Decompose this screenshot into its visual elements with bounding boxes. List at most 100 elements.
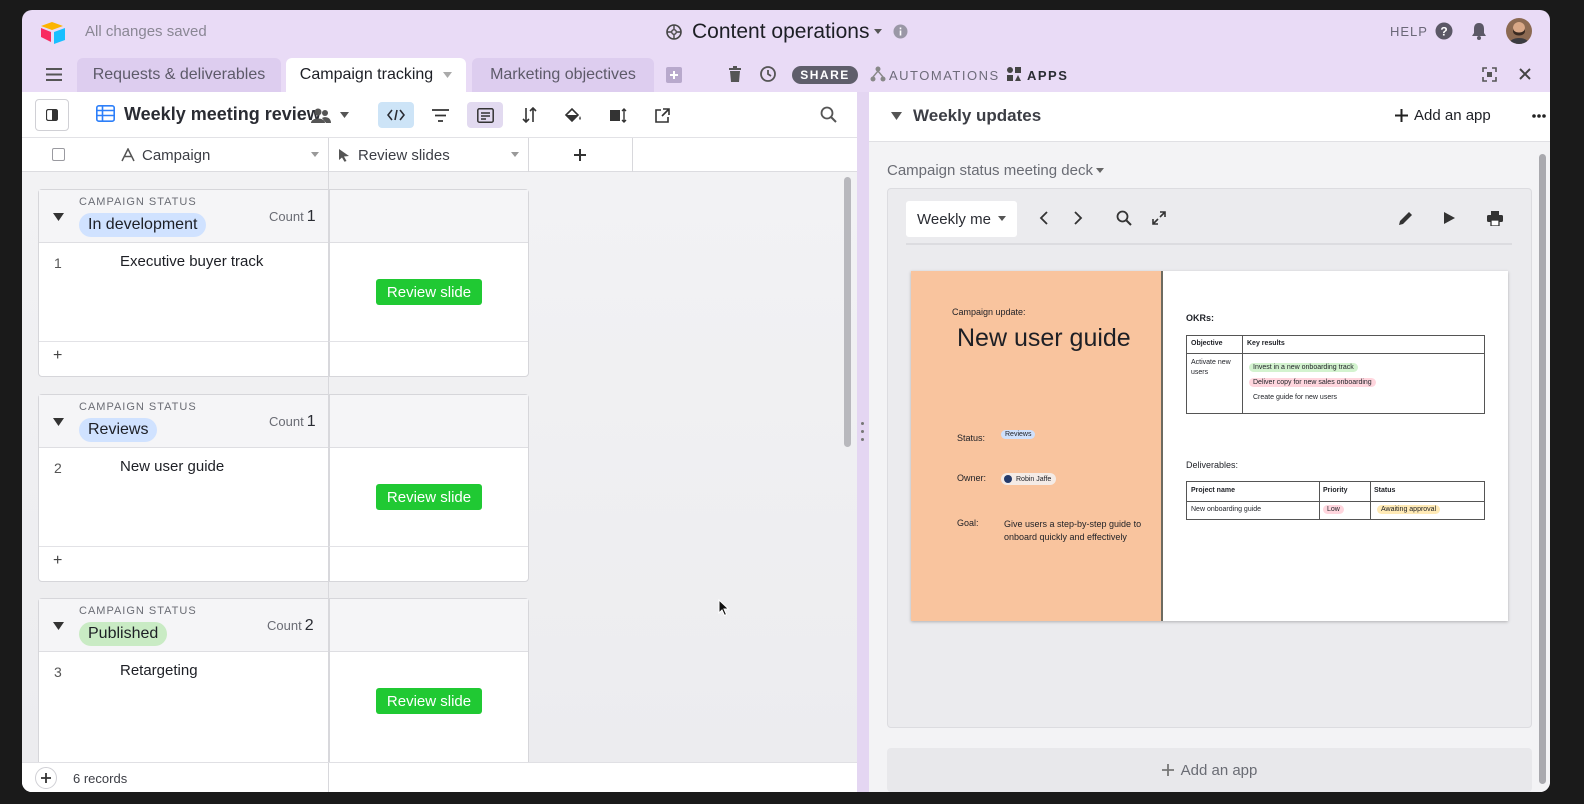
color-button[interactable] xyxy=(555,102,591,128)
select-all-checkbox[interactable] xyxy=(52,148,65,161)
vertical-scrollbar[interactable] xyxy=(844,177,851,447)
group-header[interactable]: CAMPAIGN STATUS Published Count 2 xyxy=(39,599,528,652)
plus-icon[interactable] xyxy=(1395,109,1408,122)
trash-icon[interactable] xyxy=(728,66,742,82)
chevron-right-icon[interactable] xyxy=(1074,211,1083,225)
view-title[interactable]: Weekly meeting review xyxy=(124,104,321,125)
apps-dashboard: Weekly updates Add an app Campaign statu… xyxy=(869,92,1550,792)
column-divider xyxy=(528,138,529,172)
row-number: 2 xyxy=(54,460,62,476)
deliv-header-project: Project name xyxy=(1191,487,1235,494)
row-height-button[interactable] xyxy=(600,102,636,128)
help-icon[interactable]: ? xyxy=(1435,22,1453,40)
chevron-down-icon[interactable] xyxy=(1096,168,1104,173)
toggle-sidebar-icon[interactable] xyxy=(35,99,69,131)
apps-button[interactable]: APPS xyxy=(1027,68,1068,83)
apps-icon[interactable] xyxy=(1006,66,1022,82)
column-header-review-slides[interactable]: Review slides xyxy=(358,147,450,164)
add-table-icon[interactable] xyxy=(666,67,682,83)
filter-button[interactable] xyxy=(422,102,458,128)
collaborative-view-icon[interactable] xyxy=(311,108,331,123)
add-app-button[interactable]: Add an app xyxy=(1414,107,1491,124)
user-avatar[interactable] xyxy=(1506,18,1532,44)
status-pill: In development xyxy=(79,213,207,237)
bell-icon[interactable] xyxy=(1471,22,1487,40)
automations-icon[interactable] xyxy=(870,66,886,82)
dashboard-title[interactable]: Weekly updates xyxy=(913,106,1041,126)
group-icon xyxy=(476,107,494,123)
tab-label: Marketing objectives xyxy=(490,66,636,83)
table-row[interactable]: 1 Executive buyer track Review slide xyxy=(39,243,528,341)
vertical-scrollbar[interactable] xyxy=(1539,154,1546,784)
group-count: Count 1 xyxy=(269,208,316,225)
review-slide-button[interactable]: Review slide xyxy=(376,688,482,714)
menu-icon[interactable] xyxy=(46,68,62,81)
grip-dot xyxy=(861,422,864,425)
hide-fields-button[interactable] xyxy=(378,102,414,128)
campaign-cell[interactable]: Retargeting xyxy=(120,662,198,679)
review-slide-button[interactable]: Review slide xyxy=(376,279,482,305)
slide-preview[interactable]: Campaign update: New user guide Status: … xyxy=(911,271,1508,621)
expand-icon[interactable] xyxy=(1152,211,1166,225)
owner-avatar xyxy=(1004,475,1012,483)
add-field-icon[interactable] xyxy=(573,148,587,162)
search-icon[interactable] xyxy=(1116,210,1132,226)
app-block-title[interactable]: Campaign status meeting deck xyxy=(887,162,1093,179)
fullscreen-icon[interactable] xyxy=(1482,67,1497,82)
status-tag: Awaiting approval xyxy=(1377,505,1441,514)
sort-button[interactable] xyxy=(511,102,547,128)
close-icon[interactable] xyxy=(1519,68,1531,80)
edit-icon[interactable] xyxy=(1398,211,1413,226)
group-button[interactable] xyxy=(467,102,503,128)
info-icon[interactable] xyxy=(893,24,908,39)
tab-campaign-tracking[interactable]: Campaign tracking xyxy=(286,58,466,92)
campaign-cell[interactable]: Executive buyer track xyxy=(120,253,263,270)
add-row-button[interactable]: + xyxy=(53,552,62,570)
table-row[interactable]: 2 New user guide Review slide xyxy=(39,448,528,546)
collapse-triangle-icon[interactable] xyxy=(53,418,64,426)
table-row[interactable]: 3 Retargeting Review slide xyxy=(39,652,528,750)
search-icon[interactable] xyxy=(820,106,837,123)
tab-requests-deliverables[interactable]: Requests & deliverables xyxy=(77,58,281,92)
external-link-icon xyxy=(654,107,670,123)
chevron-down-icon[interactable] xyxy=(511,152,519,157)
table-divider xyxy=(1187,353,1484,354)
add-app-card[interactable]: Add an app xyxy=(887,748,1532,792)
group-field-label: CAMPAIGN STATUS xyxy=(79,196,197,208)
play-icon[interactable] xyxy=(1443,211,1456,225)
deliv-header-status: Status xyxy=(1374,487,1396,494)
share-button[interactable]: SHARE xyxy=(792,66,858,84)
deliv-project-name: New onboarding guide xyxy=(1191,506,1262,513)
help-link[interactable]: HELP xyxy=(1390,24,1428,39)
automations-button[interactable]: AUTOMATIONS xyxy=(889,68,1000,83)
more-options-icon[interactable] xyxy=(1532,114,1546,118)
add-record-icon[interactable] xyxy=(35,767,57,789)
chevron-down-icon[interactable] xyxy=(311,152,319,157)
record-select[interactable]: Weekly me xyxy=(906,201,1017,237)
collapse-triangle-icon[interactable] xyxy=(53,213,64,221)
panel-resize-handle[interactable] xyxy=(857,92,869,792)
chevron-left-icon[interactable] xyxy=(1039,211,1048,225)
print-icon[interactable] xyxy=(1487,211,1503,226)
airtable-logo-icon[interactable] xyxy=(39,20,67,44)
group-header[interactable]: CAMPAIGN STATUS Reviews Count 1 xyxy=(39,395,528,448)
add-row-button[interactable]: + xyxy=(53,347,62,365)
column-header-campaign[interactable]: Campaign xyxy=(142,147,210,164)
review-slide-button[interactable]: Review slide xyxy=(376,484,482,510)
chevron-down-icon[interactable] xyxy=(443,72,453,78)
priority-tag: Low xyxy=(1323,505,1344,514)
chevron-down-icon[interactable] xyxy=(873,28,883,35)
collapse-triangle-icon[interactable] xyxy=(53,622,64,630)
collapse-triangle-icon[interactable] xyxy=(891,112,902,120)
history-icon[interactable] xyxy=(759,65,777,83)
campaign-cell[interactable]: New user guide xyxy=(120,458,224,475)
group-header[interactable]: CAMPAIGN STATUS In development Count 1 xyxy=(39,190,528,243)
base-title[interactable]: Content operations xyxy=(692,20,869,44)
share-view-button[interactable] xyxy=(644,102,680,128)
column-divider xyxy=(329,599,330,652)
record-count: 6 records xyxy=(73,771,128,786)
status-tag: Reviews xyxy=(1001,430,1036,439)
chevron-down-icon[interactable] xyxy=(340,112,349,118)
okr-header-key-results: Key results xyxy=(1247,340,1285,347)
tab-marketing-objectives[interactable]: Marketing objectives xyxy=(472,58,654,92)
